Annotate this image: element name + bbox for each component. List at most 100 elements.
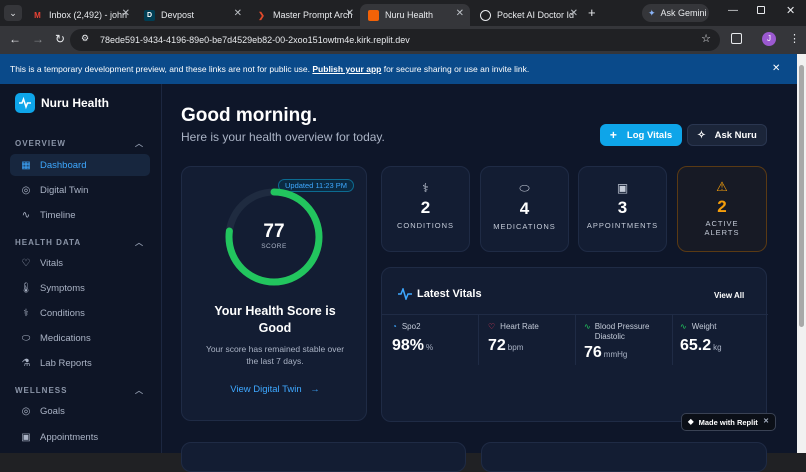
maximize-button[interactable]	[757, 6, 765, 14]
sidebar-item-label: Symptoms	[40, 282, 85, 294]
vital-weight[interactable]: ∿ Weight 65.2 kg	[680, 322, 766, 355]
close-tab-icon[interactable]: ✕	[122, 8, 130, 19]
vital-separator	[478, 315, 479, 365]
stat-value: 2	[717, 197, 727, 216]
latest-vitals-title: Latest Vitals	[417, 288, 482, 300]
warning-icon: ⚠	[716, 179, 728, 194]
close-tab-icon[interactable]: ✕	[234, 8, 242, 19]
minimize-button[interactable]: —	[728, 5, 738, 16]
reload-icon[interactable]: ↻	[55, 32, 65, 46]
score-label: SCORE	[261, 243, 287, 250]
sidebar-item-label: Vitals	[40, 257, 64, 269]
sidebar-item-vitals[interactable]: ♡ Vitals	[10, 252, 150, 274]
sidebar-item-conditions[interactable]: ⚕ Conditions	[10, 302, 150, 324]
stat-value: 3	[617, 198, 628, 217]
target-icon: ◎	[21, 405, 31, 417]
gemini-icon: ✦	[648, 7, 656, 18]
url-field[interactable]: ⚙ 78ede591-9434-4196-89e0-be7d4529eb82-0…	[70, 29, 720, 51]
stat-card-active-alerts[interactable]: ⚠ 2 ACTIVE ALERTS	[677, 166, 767, 252]
tab-pocket-ai[interactable]: Pocket AI Doctor Id ✕	[472, 4, 584, 26]
bottom-card-left	[181, 442, 466, 472]
close-tab-icon[interactable]: ✕	[456, 8, 464, 19]
new-tab-button[interactable]: +	[588, 5, 596, 20]
close-badge-icon[interactable]: ✕	[763, 417, 769, 425]
score-value: 77	[263, 221, 285, 242]
stat-card-medications[interactable]: ⬭ 4 MEDICATIONS	[480, 166, 569, 252]
sidebar: Nuru Health OVERVIEW ︿ ▦ Dashboard ◎ Dig…	[0, 84, 162, 453]
vital-unit: %	[426, 343, 434, 352]
close-tab-icon[interactable]: ✕	[570, 8, 578, 19]
log-vitals-button[interactable]: + Log Vitals	[600, 124, 682, 146]
ask-nuru-button[interactable]: ✧ Ask Nuru	[687, 124, 767, 146]
vital-blood-pressure[interactable]: ∿ Blood Pressure Diastolic 76 mmHg	[584, 322, 670, 362]
sidebar-item-goals[interactable]: ◎ Goals	[10, 400, 150, 422]
tab-search-button[interactable]: ⌄	[4, 5, 22, 21]
chevron-up-icon: ︿	[135, 238, 144, 247]
pill-icon: ⬭	[21, 332, 31, 344]
address-bar-row: ← → ↻ ⚙ 78ede591-9434-4196-89e0-be7d4529…	[0, 26, 806, 54]
view-digital-twin-link[interactable]: View Digital Twin →	[202, 384, 348, 395]
stat-label: MEDICATIONS	[493, 222, 556, 231]
close-tab-icon[interactable]: ✕	[346, 8, 354, 19]
extensions-icon[interactable]	[731, 33, 742, 44]
vital-value: 72	[488, 337, 506, 354]
publish-app-link[interactable]: Publish your app	[312, 64, 381, 74]
profile-avatar[interactable]: J	[762, 32, 776, 46]
stat-card-conditions[interactable]: ⚕ 2 CONDITIONS	[381, 166, 470, 252]
forward-icon[interactable]: →	[32, 32, 44, 46]
tab-inbox[interactable]: M Inbox (2,492) - john ✕	[24, 4, 136, 26]
view-all-link[interactable]: View All	[714, 291, 744, 300]
section-wellness[interactable]: WELLNESS ︿	[15, 386, 143, 395]
tab-nuru-health[interactable]: Nuru Health ✕	[360, 4, 470, 26]
vital-name: Spo2	[401, 322, 421, 331]
sidebar-item-lab-reports[interactable]: ⚗ Lab Reports	[10, 352, 150, 374]
vital-spo2[interactable]: ◔ Spo2 98%%	[392, 322, 478, 355]
sidebar-item-timeline[interactable]: ∿ Timeline	[10, 204, 150, 226]
made-with-replit-badge[interactable]: ⬥ Made with Replit ✕	[681, 413, 776, 431]
replit-icon	[368, 9, 379, 21]
sidebar-item-medications[interactable]: ⬭ Medications	[10, 327, 150, 349]
ask-nuru-label: Ask Nuru	[714, 129, 757, 141]
section-health-data[interactable]: HEALTH DATA ︿	[15, 238, 143, 247]
tab-title: Devpost	[161, 10, 195, 20]
tab-devpost[interactable]: D Devpost ✕	[136, 4, 248, 26]
app-root: Nuru Health OVERVIEW ︿ ▦ Dashboard ◎ Dig…	[0, 84, 797, 472]
section-title: OVERVIEW	[15, 139, 66, 148]
sidebar-item-label: Appointments	[40, 431, 99, 443]
sidebar-item-dashboard[interactable]: ▦ Dashboard	[10, 154, 150, 176]
stat-label: CONDITIONS	[396, 221, 455, 230]
browser-menu-icon[interactable]: ⋮	[789, 32, 800, 45]
back-icon[interactable]: ←	[9, 32, 21, 46]
gmail-icon: M	[34, 10, 41, 20]
calendar-icon: ▣	[21, 431, 31, 443]
site-info-icon[interactable]: ⚙	[81, 33, 89, 44]
stethoscope-icon: ⚕	[23, 307, 29, 319]
bookmark-star-icon[interactable]: ☆	[701, 32, 711, 45]
ask-gemini-button[interactable]: ✦ Ask Gemini	[642, 4, 709, 22]
banner-text-after: for secure sharing or use an invite link…	[383, 64, 530, 74]
view-digital-twin-label: View Digital Twin	[230, 384, 302, 395]
close-window-button[interactable]: ✕	[786, 4, 795, 17]
browser-tab-bar: ⌄ M Inbox (2,492) - john ✕ D Devpost ✕ ❯…	[0, 0, 806, 26]
sidebar-item-digital-twin[interactable]: ◎ Digital Twin	[10, 179, 150, 201]
scrollbar-thumb[interactable]	[799, 65, 804, 327]
tab-title: Pocket AI Doctor Id	[497, 10, 575, 20]
brand[interactable]: Nuru Health	[15, 93, 109, 113]
sidebar-item-symptoms[interactable]: 🌡︎ Symptoms	[10, 277, 150, 299]
close-banner-icon[interactable]: ✕	[772, 63, 780, 74]
section-overview[interactable]: OVERVIEW ︿	[15, 139, 143, 148]
vital-value: 98%	[392, 337, 425, 354]
stat-card-appointments[interactable]: ▣ 3 APPOINTMENTS	[578, 166, 667, 252]
tab-master-prompt[interactable]: ❯ Master Prompt Arch ✕	[248, 4, 360, 26]
vital-name: Weight	[691, 322, 717, 331]
user-icon: ◎	[21, 184, 31, 196]
replit-badge-label: Made with Replit	[698, 417, 758, 427]
plus-icon: +	[609, 128, 617, 142]
vital-heart-rate[interactable]: ♡ Heart Rate 72 bpm	[488, 322, 574, 355]
stat-value: 4	[519, 199, 530, 218]
section-title: HEALTH DATA	[15, 238, 82, 247]
sidebar-item-label: Digital Twin	[40, 184, 89, 196]
tab-title: Inbox (2,492) - john	[49, 10, 128, 20]
sidebar-item-appointments[interactable]: ▣ Appointments	[10, 426, 150, 448]
thermometer-icon: 🌡︎	[19, 282, 33, 294]
